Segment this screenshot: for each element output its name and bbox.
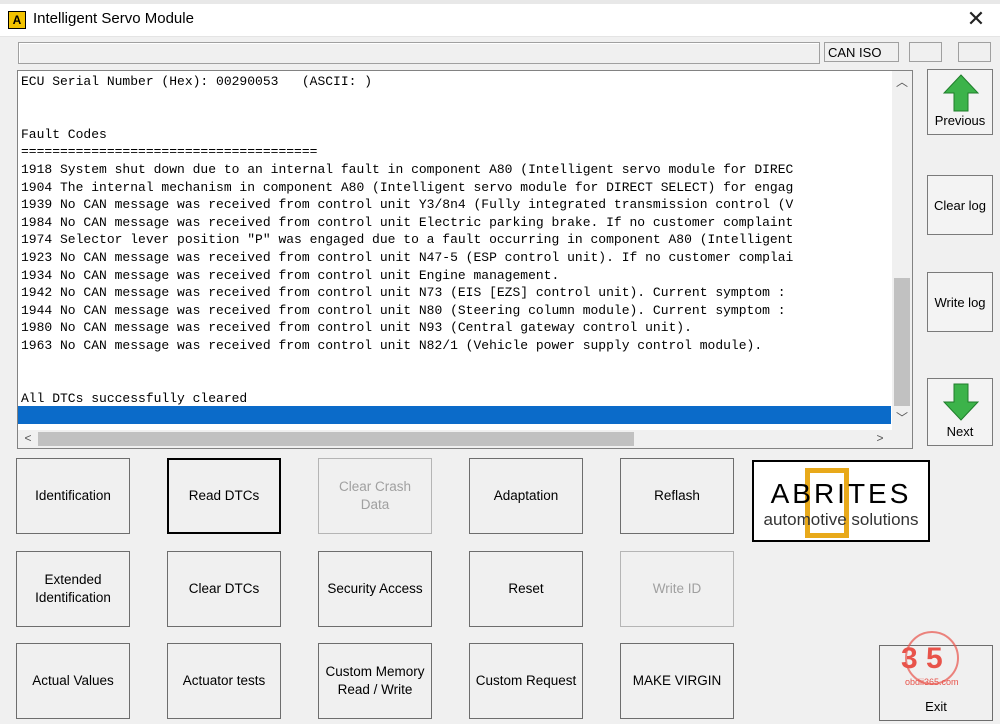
scroll-corner <box>892 430 912 448</box>
scroll-left-icon[interactable]: < <box>18 431 38 445</box>
vertical-scroll-thumb[interactable] <box>894 278 910 406</box>
abrites-logo: ABRITES automotive solutions <box>752 460 930 542</box>
reset-button[interactable]: Reset <box>469 551 583 627</box>
log-line: 1918 System shut down due to an internal… <box>21 161 794 177</box>
exit-label: Exit <box>925 699 947 714</box>
actuator-tests-button[interactable]: Actuator tests <box>167 643 281 719</box>
log-line: 1984 No CAN message was received from co… <box>21 214 794 230</box>
next-label: Next <box>946 424 974 439</box>
app-icon: A <box>8 11 26 29</box>
clear-dtcs-button[interactable]: Clear DTCs <box>167 551 281 627</box>
log-line: 1974 Selector lever position "P" was eng… <box>21 232 794 248</box>
log-line: 1963 No CAN message was received from co… <box>21 337 763 353</box>
log-line: 1939 No CAN message was received from co… <box>21 197 794 213</box>
log-line: Fault Codes <box>21 126 107 142</box>
log-line: 1923 No CAN message was received from co… <box>21 249 794 265</box>
log-line: 1904 The internal mechanism in component… <box>21 179 794 195</box>
write-log-button[interactable]: Write log <box>927 272 993 332</box>
identification-button[interactable]: Identification <box>16 458 130 534</box>
reflash-button[interactable]: Reflash <box>620 458 734 534</box>
watermark-site: obdii365.com <box>905 677 959 687</box>
log-line: 1942 No CAN message was received from co… <box>21 285 786 301</box>
scroll-up-icon[interactable]: ︿ <box>892 73 912 90</box>
logo-brand: ABRITES <box>770 478 912 509</box>
horizontal-scroll-thumb[interactable] <box>38 432 634 446</box>
status-bar <box>18 42 820 64</box>
security-access-button[interactable]: Security Access <box>318 551 432 627</box>
read-dtcs-button[interactable]: Read DTCs <box>167 458 281 534</box>
previous-label: Previous <box>934 113 986 128</box>
log-text: ECU Serial Number (Hex): 00290053 (ASCII… <box>21 73 891 413</box>
log-line: 1980 No CAN message was received from co… <box>21 320 692 336</box>
next-button[interactable]: Next <box>927 378 993 446</box>
log-line: All DTCs successfully cleared <box>21 390 248 406</box>
log-line: ECU Serial Number (Hex): 00290053 (ASCII… <box>21 74 373 89</box>
vertical-scrollbar[interactable]: ︿ ﹀ <box>892 71 912 431</box>
log-line: 1934 No CAN message was received from co… <box>21 267 560 283</box>
status-indicator-2 <box>909 42 942 62</box>
write-id-button: Write ID <box>620 551 734 627</box>
write-log-label: Write log <box>934 295 986 310</box>
log-line: ====================================== <box>21 144 318 160</box>
clear-log-button[interactable]: Clear log <box>927 175 993 235</box>
watermark-number: 3 5 <box>901 642 943 675</box>
close-icon[interactable]: ✕ <box>964 6 988 32</box>
custom-request-button[interactable]: Custom Request <box>469 643 583 719</box>
clear-log-label: Clear log <box>933 198 987 213</box>
clear-crash-data-button: Clear Crash Data <box>318 458 432 534</box>
horizontal-scrollbar[interactable]: < > <box>18 430 892 448</box>
log-line: 1944 No CAN message was received from co… <box>21 302 786 318</box>
logo-tagline: automotive solutions <box>763 510 919 529</box>
status-indicator-3 <box>958 42 991 62</box>
scroll-down-icon[interactable]: ﹀ <box>892 409 912 426</box>
log-output[interactable]: ECU Serial Number (Hex): 00290053 (ASCII… <box>17 70 913 449</box>
arrow-up-icon <box>943 74 979 112</box>
scroll-right-icon[interactable]: > <box>870 431 890 445</box>
window-title: Intelligent Servo Module <box>33 10 194 27</box>
arrow-down-icon <box>943 383 979 421</box>
extended-identification-button[interactable]: Extended Identification <box>16 551 130 627</box>
title-bar: A Intelligent Servo Module ✕ <box>0 4 1000 37</box>
protocol-indicator: CAN ISO <box>824 42 899 62</box>
make-virgin-button[interactable]: MAKE VIRGIN <box>620 643 734 719</box>
actual-values-button[interactable]: Actual Values <box>16 643 130 719</box>
custom-memory-button[interactable]: Custom Memory Read / Write <box>318 643 432 719</box>
adaptation-button[interactable]: Adaptation <box>469 458 583 534</box>
previous-button[interactable]: Previous <box>927 69 993 135</box>
watermark-logo: 3 5 obdii365.com <box>901 631 959 687</box>
